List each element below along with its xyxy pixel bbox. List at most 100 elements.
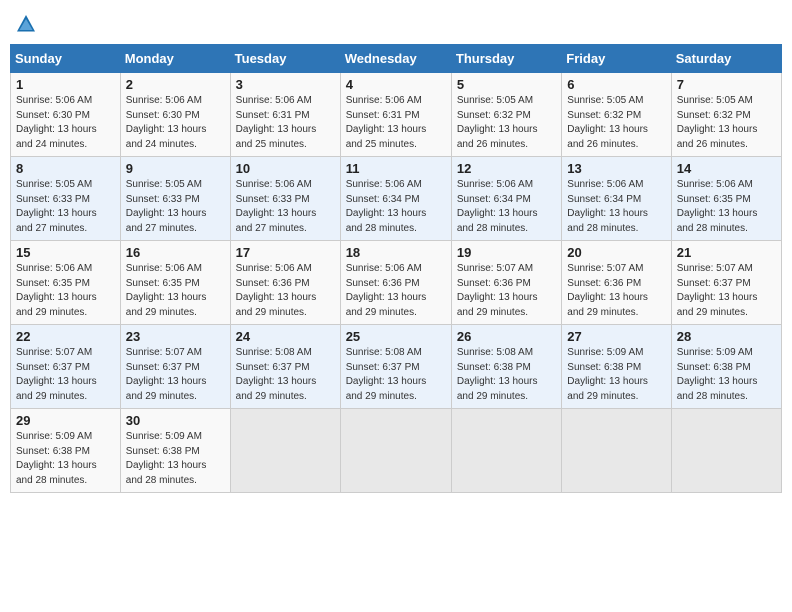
day-number: 22	[16, 329, 115, 344]
calendar-cell: 14 Sunrise: 5:06 AM Sunset: 6:35 PM Dayli…	[671, 157, 781, 241]
calendar-header: SundayMondayTuesdayWednesdayThursdayFrid…	[11, 45, 782, 73]
day-info: Sunrise: 5:06 AM Sunset: 6:30 PM Dayligh…	[126, 94, 225, 152]
weekday-header: Friday	[562, 45, 671, 73]
calendar-cell: 12 Sunrise: 5:06 AM Sunset: 6:34 PM Dayli…	[451, 157, 561, 241]
day-number: 21	[677, 245, 776, 260]
calendar-cell	[562, 409, 671, 493]
day-info: Sunrise: 5:06 AM Sunset: 6:35 PM Dayligh…	[16, 262, 115, 320]
calendar-cell: 3 Sunrise: 5:06 AM Sunset: 6:31 PM Daylig…	[230, 73, 340, 157]
logo-icon	[16, 14, 36, 34]
day-info: Sunrise: 5:07 AM Sunset: 6:37 PM Dayligh…	[677, 262, 776, 320]
calendar-cell: 18 Sunrise: 5:06 AM Sunset: 6:36 PM Dayli…	[340, 241, 451, 325]
day-info: Sunrise: 5:06 AM Sunset: 6:34 PM Dayligh…	[346, 178, 446, 236]
calendar-cell: 9 Sunrise: 5:05 AM Sunset: 6:33 PM Daylig…	[120, 157, 230, 241]
calendar-body: 1 Sunrise: 5:06 AM Sunset: 6:30 PM Daylig…	[11, 73, 782, 493]
day-number: 20	[567, 245, 665, 260]
day-number: 7	[677, 77, 776, 92]
calendar-cell: 29Sunrise: 5:09 AM Sunset: 6:38 PM Dayli…	[11, 409, 121, 493]
day-number: 12	[457, 161, 556, 176]
page-header	[10, 10, 782, 38]
day-info: Sunrise: 5:06 AM Sunset: 6:36 PM Dayligh…	[346, 262, 446, 320]
day-number: 15	[16, 245, 115, 260]
day-number: 1	[16, 77, 115, 92]
day-number: 8	[16, 161, 115, 176]
day-info: Sunrise: 5:07 AM Sunset: 6:36 PM Dayligh…	[457, 262, 556, 320]
day-number: 19	[457, 245, 556, 260]
calendar-cell: 8 Sunrise: 5:05 AM Sunset: 6:33 PM Daylig…	[11, 157, 121, 241]
logo	[16, 14, 38, 34]
day-number: 28	[677, 329, 776, 344]
day-info: Sunrise: 5:08 AM Sunset: 6:37 PM Dayligh…	[236, 346, 335, 404]
calendar-cell: 24 Sunrise: 5:08 AM Sunset: 6:37 PM Dayli…	[230, 325, 340, 409]
day-info: Sunrise: 5:05 AM Sunset: 6:33 PM Dayligh…	[16, 178, 115, 236]
calendar-table: SundayMondayTuesdayWednesdayThursdayFrid…	[10, 44, 782, 493]
calendar-week-row: 15 Sunrise: 5:06 AM Sunset: 6:35 PM Dayli…	[11, 241, 782, 325]
calendar-cell: 15 Sunrise: 5:06 AM Sunset: 6:35 PM Dayli…	[11, 241, 121, 325]
calendar-cell: 10Sunrise: 5:06 AM Sunset: 6:33 PM Dayli…	[230, 157, 340, 241]
weekday-header: Sunday	[11, 45, 121, 73]
day-info: Sunrise: 5:05 AM Sunset: 6:32 PM Dayligh…	[567, 94, 665, 152]
day-number: 14	[677, 161, 776, 176]
weekday-header: Saturday	[671, 45, 781, 73]
calendar-week-row: 29Sunrise: 5:09 AM Sunset: 6:38 PM Dayli…	[11, 409, 782, 493]
day-number: 16	[126, 245, 225, 260]
day-info: Sunrise: 5:06 AM Sunset: 6:35 PM Dayligh…	[126, 262, 225, 320]
day-info: Sunrise: 5:05 AM Sunset: 6:33 PM Dayligh…	[126, 178, 225, 236]
day-number: 23	[126, 329, 225, 344]
calendar-cell: 11 Sunrise: 5:06 AM Sunset: 6:34 PM Dayli…	[340, 157, 451, 241]
day-info: Sunrise: 5:06 AM Sunset: 6:36 PM Dayligh…	[236, 262, 335, 320]
day-info: Sunrise: 5:06 AM Sunset: 6:35 PM Dayligh…	[677, 178, 776, 236]
calendar-cell: 16 Sunrise: 5:06 AM Sunset: 6:35 PM Dayli…	[120, 241, 230, 325]
calendar-week-row: 22 Sunrise: 5:07 AM Sunset: 6:37 PM Dayli…	[11, 325, 782, 409]
day-number: 18	[346, 245, 446, 260]
calendar-cell: 4Sunrise: 5:06 AM Sunset: 6:31 PM Daylig…	[340, 73, 451, 157]
day-info: Sunrise: 5:08 AM Sunset: 6:37 PM Dayligh…	[346, 346, 446, 404]
day-info: Sunrise: 5:07 AM Sunset: 6:37 PM Dayligh…	[16, 346, 115, 404]
day-number: 25	[346, 329, 446, 344]
calendar-cell	[451, 409, 561, 493]
calendar-cell: 26Sunrise: 5:08 AM Sunset: 6:38 PM Dayli…	[451, 325, 561, 409]
day-info: Sunrise: 5:09 AM Sunset: 6:38 PM Dayligh…	[677, 346, 776, 404]
calendar-cell	[230, 409, 340, 493]
day-info: Sunrise: 5:06 AM Sunset: 6:34 PM Dayligh…	[457, 178, 556, 236]
calendar-cell: 6 Sunrise: 5:05 AM Sunset: 6:32 PM Daylig…	[562, 73, 671, 157]
weekday-header: Thursday	[451, 45, 561, 73]
day-number: 24	[236, 329, 335, 344]
calendar-cell: 1 Sunrise: 5:06 AM Sunset: 6:30 PM Daylig…	[11, 73, 121, 157]
weekday-header: Wednesday	[340, 45, 451, 73]
day-info: Sunrise: 5:08 AM Sunset: 6:38 PM Dayligh…	[457, 346, 556, 404]
day-number: 2	[126, 77, 225, 92]
day-number: 30	[126, 413, 225, 428]
day-number: 3	[236, 77, 335, 92]
day-info: Sunrise: 5:06 AM Sunset: 6:30 PM Dayligh…	[16, 94, 115, 152]
weekday-header: Tuesday	[230, 45, 340, 73]
calendar-cell: 23 Sunrise: 5:07 AM Sunset: 6:37 PM Dayli…	[120, 325, 230, 409]
day-number: 5	[457, 77, 556, 92]
day-number: 13	[567, 161, 665, 176]
day-number: 4	[346, 77, 446, 92]
calendar-cell: 27Sunrise: 5:09 AM Sunset: 6:38 PM Dayli…	[562, 325, 671, 409]
day-number: 11	[346, 161, 446, 176]
calendar-cell	[340, 409, 451, 493]
calendar-cell: 25 Sunrise: 5:08 AM Sunset: 6:37 PM Dayli…	[340, 325, 451, 409]
calendar-cell: 20Sunrise: 5:07 AM Sunset: 6:36 PM Dayli…	[562, 241, 671, 325]
calendar-cell: 7 Sunrise: 5:05 AM Sunset: 6:32 PM Daylig…	[671, 73, 781, 157]
day-info: Sunrise: 5:06 AM Sunset: 6:33 PM Dayligh…	[236, 178, 335, 236]
day-number: 17	[236, 245, 335, 260]
day-info: Sunrise: 5:06 AM Sunset: 6:34 PM Dayligh…	[567, 178, 665, 236]
calendar-week-row: 1 Sunrise: 5:06 AM Sunset: 6:30 PM Daylig…	[11, 73, 782, 157]
day-number: 27	[567, 329, 665, 344]
day-number: 6	[567, 77, 665, 92]
calendar-cell: 13 Sunrise: 5:06 AM Sunset: 6:34 PM Dayli…	[562, 157, 671, 241]
day-info: Sunrise: 5:09 AM Sunset: 6:38 PM Dayligh…	[126, 430, 225, 488]
day-info: Sunrise: 5:07 AM Sunset: 6:37 PM Dayligh…	[126, 346, 225, 404]
calendar-cell: 22 Sunrise: 5:07 AM Sunset: 6:37 PM Dayli…	[11, 325, 121, 409]
day-info: Sunrise: 5:06 AM Sunset: 6:31 PM Dayligh…	[236, 94, 335, 152]
day-info: Sunrise: 5:05 AM Sunset: 6:32 PM Dayligh…	[677, 94, 776, 152]
calendar-cell: 2 Sunrise: 5:06 AM Sunset: 6:30 PM Daylig…	[120, 73, 230, 157]
calendar-cell: 5Sunrise: 5:05 AM Sunset: 6:32 PM Daylig…	[451, 73, 561, 157]
calendar-week-row: 8 Sunrise: 5:05 AM Sunset: 6:33 PM Daylig…	[11, 157, 782, 241]
day-info: Sunrise: 5:09 AM Sunset: 6:38 PM Dayligh…	[16, 430, 115, 488]
calendar-cell: 19 Sunrise: 5:07 AM Sunset: 6:36 PM Dayli…	[451, 241, 561, 325]
day-number: 9	[126, 161, 225, 176]
